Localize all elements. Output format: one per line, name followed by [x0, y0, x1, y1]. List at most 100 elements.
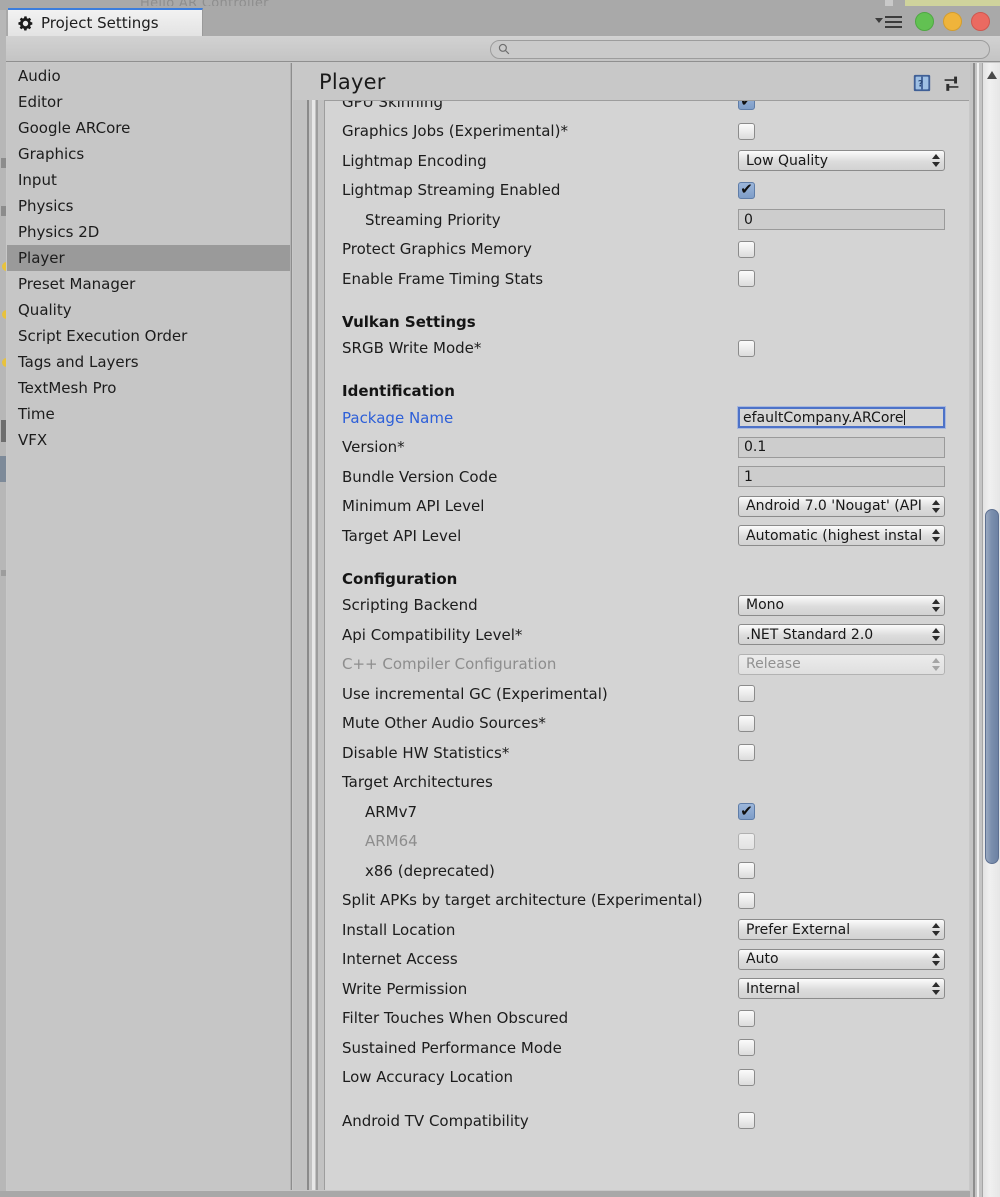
sidebar-item-script-execution-order[interactable]: Script Execution Order — [7, 323, 291, 349]
setting-row-install-location[interactable]: Install Location Prefer External — [325, 915, 969, 945]
setting-row-write-permission[interactable]: Write Permission Internal — [325, 974, 969, 1004]
setting-row-graphics-jobs-experimental[interactable]: Graphics Jobs (Experimental)* — [325, 117, 969, 147]
checkbox-low-accuracy-location[interactable] — [738, 1068, 755, 1086]
sidebar-item-google-arcore[interactable]: Google ARCore — [7, 115, 291, 141]
checkbox-disable-hw-statistics[interactable] — [738, 744, 755, 762]
checkbox-protect-graphics-memory[interactable] — [738, 240, 755, 258]
setting-row-internet-access[interactable]: Internet Access Auto — [325, 945, 969, 975]
help-book-icon[interactable]: ? — [912, 73, 932, 97]
setting-row-scripting-backend[interactable]: Scripting Backend Mono — [325, 591, 969, 621]
checkbox-x86-deprecated[interactable] — [738, 862, 755, 880]
setting-row-android-tv-compatibility[interactable]: Android TV Compatibility — [325, 1106, 969, 1136]
checkbox-filter-touches-when-obscured[interactable] — [738, 1009, 755, 1027]
setting-row-low-accuracy-location[interactable]: Low Accuracy Location — [325, 1063, 969, 1093]
setting-row-sustained-performance-mode[interactable]: Sustained Performance Mode — [325, 1033, 969, 1063]
search-field[interactable] — [490, 40, 990, 59]
sidebar-item-quality[interactable]: Quality — [7, 297, 291, 323]
panel-right-scroll-rail[interactable] — [970, 63, 982, 1197]
setting-row-srgb-write-mode[interactable]: SRGB Write Mode* — [325, 334, 969, 364]
setting-label: Target Architectures — [342, 773, 493, 792]
sidebar-item-audio[interactable]: Audio — [7, 63, 291, 89]
setting-row-version[interactable]: Version* 0.1 — [325, 433, 969, 463]
setting-row-mute-other-audio-sources[interactable]: Mute Other Audio Sources* — [325, 709, 969, 739]
settings-category-sidebar[interactable]: Audio Editor Google ARCore Graphics Input Phy… — [7, 63, 292, 1190]
vertical-scrollbar[interactable] — [982, 63, 1000, 1197]
setting-row-protect-graphics-memory[interactable]: Protect Graphics Memory — [325, 235, 969, 265]
setting-row-package-name[interactable]: Package Name efaultCompany.ARCore — [325, 403, 969, 433]
scrollbar-thumb[interactable] — [985, 509, 999, 864]
close-button[interactable] — [971, 12, 990, 31]
checkbox-enable-frame-timing-stats[interactable] — [738, 270, 755, 288]
setting-label: GPU Skinning — [342, 100, 444, 111]
sidebar-item-tags-and-layers[interactable]: Tags and Layers — [7, 349, 291, 375]
setting-label: Use incremental GC (Experimental) — [342, 684, 608, 703]
sidebar-item-player[interactable]: Player — [7, 245, 291, 271]
sidebar-item-preset-manager[interactable]: Preset Manager — [7, 271, 291, 297]
setting-label: SRGB Write Mode* — [342, 339, 482, 358]
sidebar-item-graphics[interactable]: Graphics — [7, 141, 291, 167]
dropdown-value: .NET Standard 2.0 — [746, 626, 874, 643]
triangle-up-icon[interactable] — [987, 71, 997, 79]
dropdown-internet-access[interactable]: Auto — [738, 948, 945, 970]
setting-row-lightmap-streaming-enabled[interactable]: Lightmap Streaming Enabled ✔ — [325, 176, 969, 206]
dropdown-lightmap-encoding[interactable]: Low Quality — [738, 150, 945, 172]
maximize-button[interactable] — [915, 12, 934, 31]
setting-row-streaming-priority[interactable]: Streaming Priority 0 — [325, 205, 969, 235]
section-title: Identification — [342, 382, 455, 400]
setting-row-target-api-level[interactable]: Target API Level Automatic (highest insta… — [325, 521, 969, 551]
textfield-package-name[interactable]: efaultCompany.ARCore — [737, 406, 946, 430]
setting-row-armv7[interactable]: ARMv7 ✔ — [325, 797, 969, 827]
dropdown-api-compatibility-level[interactable]: .NET Standard 2.0 — [738, 624, 945, 646]
setting-row-c-compiler-configuration[interactable]: C++ Compiler Configuration Release — [325, 650, 969, 680]
setting-row-filter-touches-when-obscured[interactable]: Filter Touches When Obscured — [325, 1004, 969, 1034]
checkbox-armv7[interactable]: ✔ — [738, 803, 755, 821]
setting-row-disable-hw-statistics[interactable]: Disable HW Statistics* — [325, 738, 969, 768]
tab-project-settings[interactable]: Project Settings — [8, 8, 203, 36]
setting-row-enable-frame-timing-stats[interactable]: Enable Frame Timing Stats — [325, 264, 969, 294]
setting-row-use-incremental-gc-experimental[interactable]: Use incremental GC (Experimental) — [325, 679, 969, 709]
sidebar-item-vfx[interactable]: VFX — [7, 427, 291, 453]
content-left-scroll-rail[interactable] — [293, 100, 324, 1190]
dropdown-scripting-backend[interactable]: Mono — [738, 594, 945, 616]
setting-row-lightmap-encoding[interactable]: Lightmap Encoding Low Quality — [325, 146, 969, 176]
sidebar-item-physics[interactable]: Physics — [7, 193, 291, 219]
setting-row-minimum-api-level[interactable]: Minimum API Level Android 7.0 'Nougat' (A… — [325, 492, 969, 522]
setting-row-gpu-skinning[interactable]: GPU Skinning ✔ — [325, 100, 969, 117]
checkbox-split-apks-by-target-architecture-experimental[interactable] — [738, 891, 755, 909]
checkbox-srgb-write-mode[interactable] — [738, 339, 755, 357]
textfield-value: efaultCompany.ARCore — [743, 409, 904, 426]
setting-label[interactable]: Package Name — [342, 409, 453, 427]
dropdown-menu-icon[interactable] — [875, 15, 902, 29]
checkbox-lightmap-streaming-enabled[interactable]: ✔ — [738, 181, 755, 199]
sidebar-item-label: Preset Manager — [18, 275, 136, 293]
search-input[interactable] — [514, 42, 954, 57]
dropdown-target-api-level[interactable]: Automatic (highest instal — [738, 525, 945, 547]
dropdown-write-permission[interactable]: Internal — [738, 978, 945, 1000]
sidebar-item-time[interactable]: Time — [7, 401, 291, 427]
setting-row-arm64[interactable]: ARM64 — [325, 827, 969, 857]
textfield-bundle-version-code[interactable]: 1 — [738, 466, 945, 488]
textfield-version[interactable]: 0.1 — [738, 436, 945, 458]
preset-icon[interactable] — [942, 74, 961, 97]
sidebar-item-editor[interactable]: Editor — [7, 89, 291, 115]
checkbox-mute-other-audio-sources[interactable] — [738, 714, 755, 732]
minimize-button[interactable] — [943, 12, 962, 31]
updown-arrows-icon — [932, 952, 941, 967]
dropdown-install-location[interactable]: Prefer External — [738, 919, 945, 941]
checkbox-sustained-performance-mode[interactable] — [738, 1039, 755, 1057]
checkbox-graphics-jobs-experimental[interactable] — [738, 122, 755, 140]
checkbox-android-tv-compatibility[interactable] — [738, 1112, 755, 1130]
sidebar-item-physics-2d[interactable]: Physics 2D — [7, 219, 291, 245]
setting-row-bundle-version-code[interactable]: Bundle Version Code 1 — [325, 462, 969, 492]
row-spacer — [325, 1092, 969, 1106]
dropdown-value: Automatic (highest instal — [746, 527, 923, 544]
dropdown-minimum-api-level[interactable]: Android 7.0 'Nougat' (API — [738, 495, 945, 517]
checkbox-use-incremental-gc-experimental[interactable] — [738, 685, 755, 703]
setting-row-api-compatibility-level[interactable]: Api Compatibility Level* .NET Standard 2.… — [325, 620, 969, 650]
setting-row-split-apks-by-target-architecture-experimental[interactable]: Split APKs by target architecture (Exper… — [325, 879, 969, 916]
checkbox-gpu-skinning[interactable]: ✔ — [738, 101, 755, 111]
textfield-streaming-priority[interactable]: 0 — [738, 209, 945, 231]
sidebar-item-textmesh-pro[interactable]: TextMesh Pro — [7, 375, 291, 401]
page-title: Player — [319, 69, 386, 94]
sidebar-item-input[interactable]: Input — [7, 167, 291, 193]
